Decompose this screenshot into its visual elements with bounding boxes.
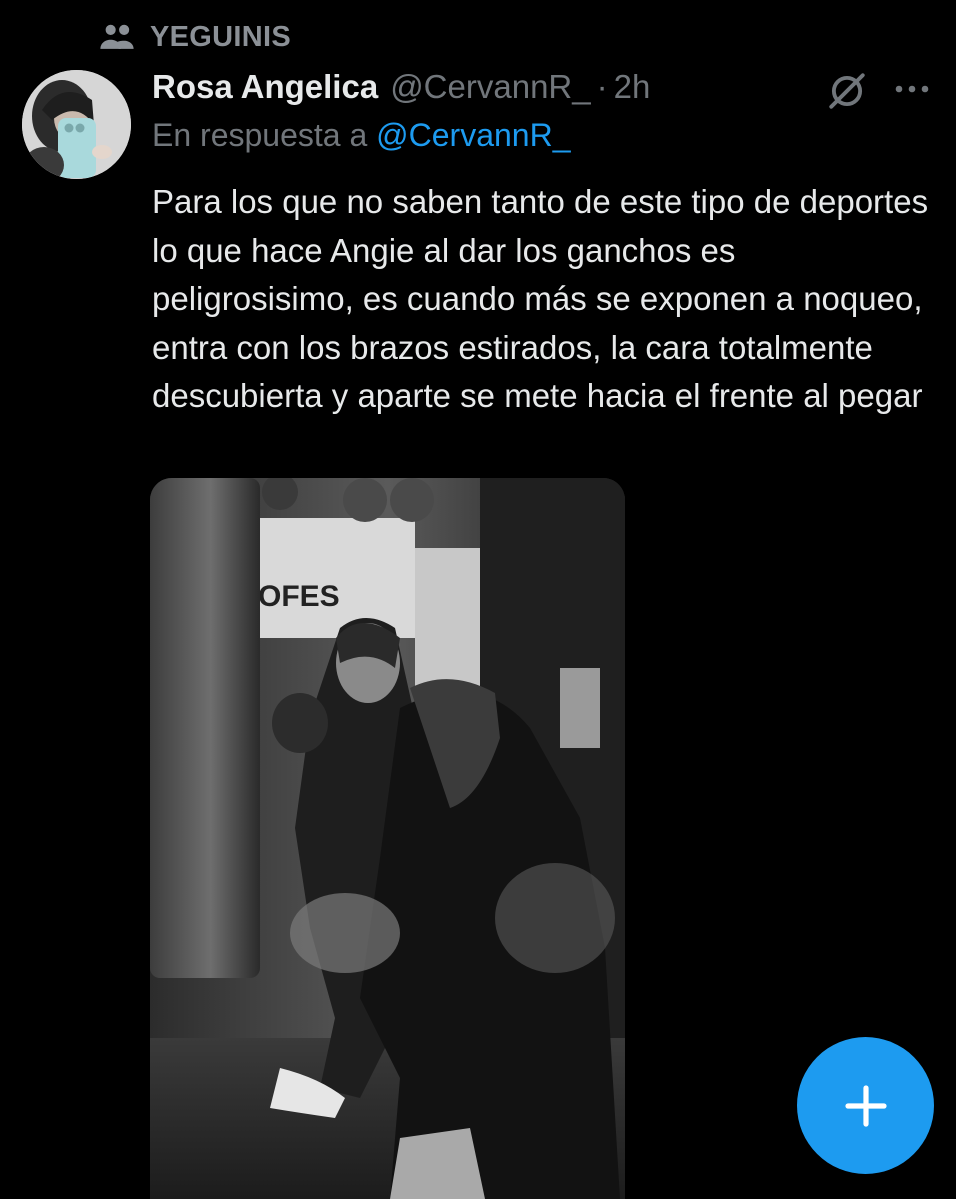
grok-icon[interactable] [826,70,868,112]
community-people-icon [100,24,134,49]
reply-prefix: En respuesta a [152,117,368,153]
profile-avatar[interactable] [22,70,131,179]
tweet-detail-screen: YEGUINIS Rosa Angelica @CervannR_ · 2h E… [0,0,956,1199]
community-name: YEGUINIS [150,20,291,53]
tweet-text: Para los que no saben tanto de este tipo… [152,183,929,414]
header-separator: · [596,68,608,105]
reply-target-link[interactable]: @CervannR_ [376,117,570,153]
more-icon[interactable] [890,74,934,104]
tweet-media-video[interactable]: OFES [150,478,625,1199]
community-label[interactable]: YEGUINIS [98,18,291,56]
gym-sign-text: OFES [258,580,340,613]
tweet-header: Rosa Angelica @CervannR_ · 2h [152,68,650,106]
tweet-timestamp[interactable]: 2h [614,68,651,106]
compose-button[interactable] [797,1037,934,1174]
plus-icon [844,1084,887,1127]
reply-context: En respuesta a @CervannR_ [152,117,570,154]
author-display-name[interactable]: Rosa Angelica [152,68,378,106]
author-handle[interactable]: @CervannR_ [390,68,590,106]
